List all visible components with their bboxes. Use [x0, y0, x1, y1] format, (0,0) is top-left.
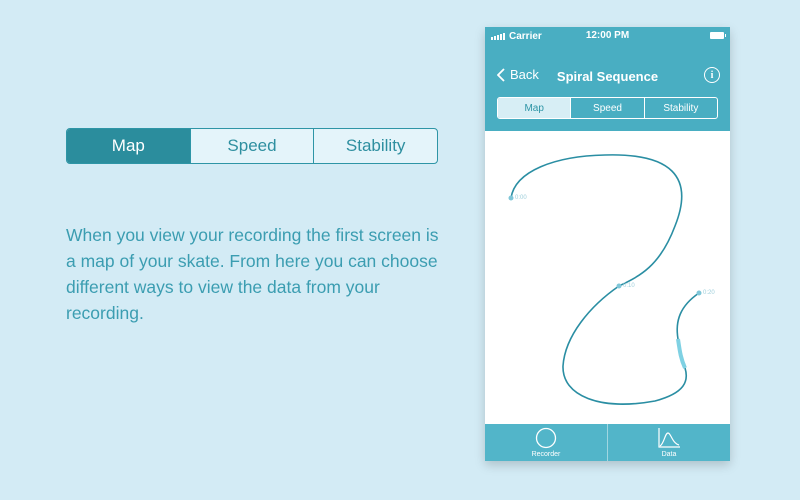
skate-path	[510, 154, 688, 405]
record-circle-icon	[535, 427, 557, 449]
tab-recorder[interactable]: Recorder	[485, 424, 608, 461]
segmented-control: Map Speed Stability	[66, 128, 438, 164]
status-bar: Carrier 12:00 PM	[485, 27, 730, 45]
tab-data[interactable]: Data	[608, 424, 730, 461]
phone-segment-stability[interactable]: Stability	[645, 98, 717, 118]
skate-map: 0:00 0:10 0:20	[485, 131, 730, 424]
skate-path-highlight	[676, 338, 687, 369]
tab-bar: Recorder Data	[485, 424, 730, 461]
waypoint-end	[696, 290, 702, 296]
skate-path-end	[676, 292, 700, 340]
phone-segment-speed[interactable]: Speed	[571, 98, 645, 118]
info-icon[interactable]: i	[704, 67, 720, 83]
status-time: 12:00 PM	[585, 30, 630, 41]
segment-speed[interactable]: Speed	[191, 129, 315, 163]
phone-screen: Carrier 12:00 PM Back Spiral Sequence i …	[485, 27, 730, 461]
description-text: When you view your recording the first s…	[66, 225, 439, 323]
skate-path-map	[508, 154, 702, 405]
chart-icon	[658, 428, 680, 448]
segment-map[interactable]: Map	[67, 129, 191, 163]
waypoint-label: 0:00	[515, 195, 527, 201]
phone-segment-map[interactable]: Map	[498, 98, 572, 118]
phone-header: Carrier 12:00 PM Back Spiral Sequence i …	[485, 27, 730, 131]
waypoint-middle	[616, 283, 622, 289]
tab-data-label: Data	[661, 451, 677, 458]
nav-bar: Back Spiral Sequence i	[485, 67, 730, 87]
battery-icon	[710, 32, 726, 39]
waypoint-label: 0:20	[703, 290, 715, 296]
waypoint-label: 0:10	[623, 283, 635, 289]
page-title: Spiral Sequence	[556, 69, 659, 84]
tab-recorder-label: Recorder	[531, 451, 561, 458]
waypoint-start	[508, 195, 514, 201]
phone-segmented-control: Map Speed Stability	[497, 97, 718, 119]
segment-stability[interactable]: Stability	[314, 129, 437, 163]
